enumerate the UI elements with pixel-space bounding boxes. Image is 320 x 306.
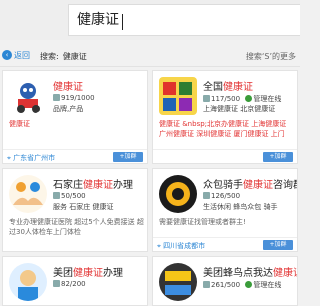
group-description: 健康证 &nbsp;北京办健康证 上海健康证 广州健康证 深圳健康证 厦门健康证… [159,120,287,138]
group-card[interactable]: 美团蜂鸟点我达健康证 261/500 管理在线 [152,256,298,306]
search-input[interactable]: 健康证 [68,4,300,36]
member-count-text: 117/500 [211,95,241,103]
title-keyword: 健康证 [243,180,273,191]
title-keyword: 健康证 [273,268,297,279]
more-search-link[interactable]: 搜索‘S’的更多 [246,51,296,62]
group-card[interactable]: 众包骑手健康证咨询群 126/500 生活休闲 蜂鸟众包 骑手 需要健康证找管理… [152,168,298,252]
group-card[interactable]: 石家庄健康证办理 50/500 服务 石家庄 健康证 专业办理健康证医院 超过5… [2,168,148,252]
group-tags: 品牌,产品 [53,105,84,113]
back-button[interactable]: ‹ 返回 [2,49,30,61]
title-keyword: 健康证 [73,268,103,279]
group-avatar [9,263,47,301]
admin-status: 管理在线 [253,281,282,289]
group-card[interactable]: 全国健康证 117/500 管理在线 上海健康证 北京健康证 健康证 &nbsp… [152,70,298,164]
member-count-text: 919/1000 [61,94,95,102]
member-count: 919/1000 [53,94,95,102]
title-suffix: 办理 [103,268,123,279]
location: ⌖ 广东省广州市 [7,154,56,162]
group-title[interactable]: 全国健康证 [203,78,253,93]
title-prefix: 众包骑手 [203,180,243,191]
admin-status: 管理在线 [253,95,282,103]
members-icon [203,95,210,102]
nav-bar: ‹ 返回 搜索: 健康证 搜索‘S’的更多 [0,43,300,67]
title-prefix: 全国 [203,82,223,93]
group-tags: 生活休闲 蜂鸟众包 骑手 [203,203,278,211]
location-text: 广东省广州市 [13,154,56,162]
members-icon [53,280,60,287]
title-prefix: 美团 [53,268,73,279]
group-card[interactable]: 健康证 919/1000 品牌,产品 健康证 ⌖ 广东省广州市 +加群 [2,70,148,164]
group-card[interactable]: 美团健康证办理 82/200 [2,256,148,306]
group-description: 需要健康证找管理或者群主! [159,218,246,226]
member-count: 261/500 管理在线 [203,280,281,290]
join-button[interactable]: +加群 [263,152,293,162]
top-bar: 健康证 [0,0,300,40]
member-count-text: 50/500 [61,192,86,200]
desc-keyword: 健康证 [9,120,30,128]
member-count-text: 126/500 [211,192,241,200]
members-icon [53,94,60,101]
card-footer: ⌖ 四川省成都市 +加群 [153,237,297,251]
member-count-text: 261/500 [211,281,241,289]
crumb-keyword: 健康证 [62,52,87,61]
member-count: 126/500 [203,192,240,200]
join-button[interactable]: +加群 [113,152,143,162]
member-count: 117/500 管理在线 [203,94,281,104]
title-suffix: 办理 [113,180,133,191]
member-count: 82/200 [53,280,86,288]
back-label: 返回 [14,50,30,60]
group-avatar [159,175,197,213]
group-title[interactable]: 美团健康证办理 [53,264,123,279]
member-count: 50/500 [53,192,86,200]
title-suffix: 咨询群 [273,180,297,191]
group-title[interactable]: 健康证 [53,78,83,93]
location: ⌖ 四川省成都市 [157,242,206,250]
title-keyword: 健康证 [223,82,253,93]
title-prefix: 石家庄 [53,180,83,191]
group-tags: 上海健康证 北京健康证 [203,105,276,113]
group-description: 专业办理健康证医院 超过5个人免费接送 超过30人体检车上门体检 [9,218,144,236]
crumb-prefix: 搜索: [40,52,59,61]
members-icon [203,281,210,288]
back-arrow-icon: ‹ [2,50,12,60]
group-title[interactable]: 美团蜂鸟点我达健康证 [203,264,297,279]
breadcrumb: 搜索: 健康证 [40,51,87,62]
group-tags: 服务 石家庄 健康证 [53,203,114,211]
group-avatar [159,77,197,115]
card-footer: +加群 [153,149,297,163]
group-avatar [159,263,197,301]
card-footer: ⌖ 广东省广州市 +加群 [3,149,147,163]
members-icon [53,192,60,199]
member-count-text: 82/200 [61,280,86,288]
online-check-icon [245,281,253,288]
search-input-text: 健康证 [77,12,119,28]
title-keyword: 健康证 [53,82,83,93]
online-check-icon [245,95,253,102]
group-avatar [9,77,47,115]
join-button[interactable]: +加群 [263,240,293,250]
members-icon [203,192,210,199]
group-description: 健康证 [9,119,145,129]
title-keyword: 健康证 [83,180,113,191]
title-prefix: 美团蜂鸟点我达 [203,268,273,279]
location-text: 四川省成都市 [163,242,206,250]
group-title[interactable]: 石家庄健康证办理 [53,176,133,191]
group-title[interactable]: 众包骑手健康证咨询群 [203,176,297,191]
text-cursor [122,14,123,30]
group-avatar [9,175,47,213]
